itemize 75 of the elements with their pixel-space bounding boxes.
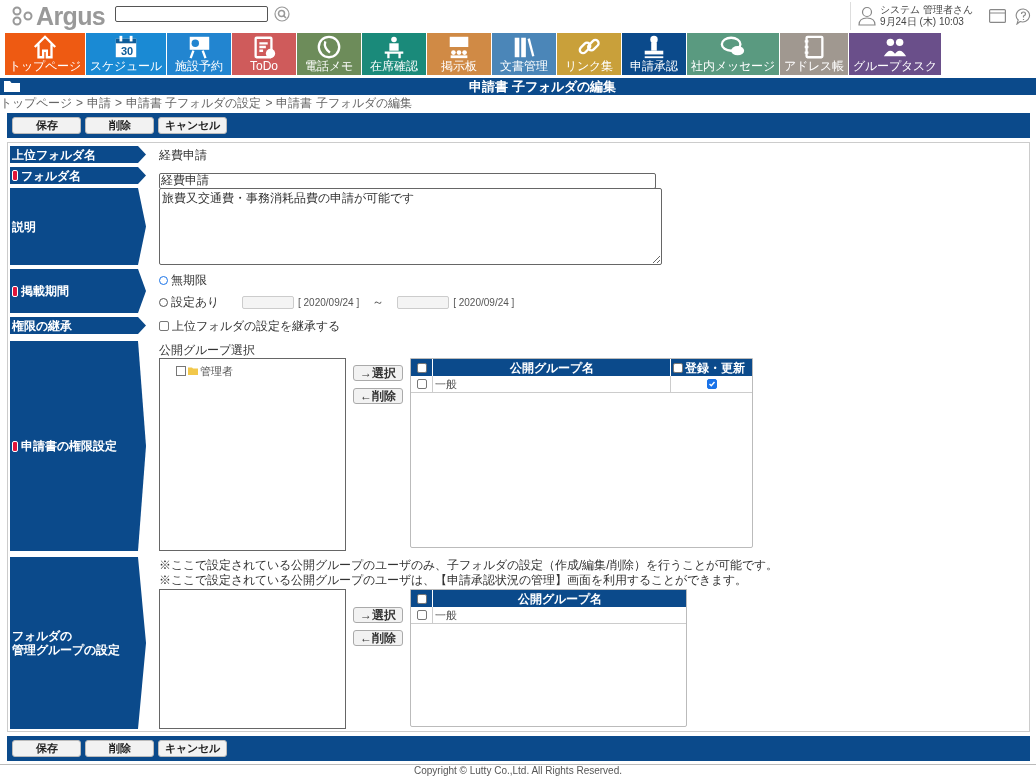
move-button[interactable]: →選択	[353, 365, 403, 381]
field-label: 権限の継承	[10, 317, 146, 334]
breadcrumb-link[interactable]: 申請書 子フォルダの設定	[126, 94, 262, 112]
logo: Argus	[12, 2, 106, 30]
field-label: 申請書の権限設定	[10, 341, 146, 551]
text-area[interactable]: 旅費又交通費・事務消耗品費の申請が可能です	[159, 188, 662, 265]
radio-label[interactable]: 設定あり	[171, 293, 219, 311]
folder-icon	[4, 80, 21, 93]
nav-tile[interactable]: 申請承認	[622, 33, 686, 75]
radio-button[interactable]	[159, 297, 168, 307]
breadcrumb-link[interactable]: 申請	[87, 94, 111, 112]
breadcrumb-link[interactable]: トップページ	[0, 94, 72, 112]
checkbox[interactable]	[416, 593, 427, 604]
field-value: 経費申請	[159, 146, 207, 164]
note-text: ※ここで設定されている公開グループのユーザのみ、子フォルダの設定（作成/編集/削除）を行うことが可能です。	[159, 558, 779, 573]
column-header: 公開グループ名	[516, 590, 603, 607]
nav-tile[interactable]: 文書管理	[492, 33, 556, 75]
checkbox[interactable]	[159, 320, 169, 331]
field-label: 上位フォルダ名	[10, 146, 146, 163]
search-icon[interactable]	[274, 6, 291, 22]
nav-tile[interactable]: 施設予約	[167, 33, 231, 75]
house-icon	[32, 34, 58, 60]
radio-button[interactable]	[159, 275, 168, 285]
help-icon[interactable]	[1014, 7, 1032, 25]
checkbox[interactable]	[706, 379, 717, 389]
field-label: フォルダ名	[10, 167, 146, 184]
copyright-text: Copyright © Lutty Co.,Ltd. All Rights Reserved.	[414, 765, 622, 777]
input-field[interactable]: 経費申請	[159, 172, 656, 189]
action-button[interactable]: 削除	[85, 117, 154, 134]
action-button[interactable]: 削除	[85, 740, 154, 757]
range-separator: ～	[372, 294, 385, 311]
table-cell-text: 一般	[434, 607, 458, 623]
nav-tile[interactable]: 電話メモ	[297, 33, 361, 75]
checkbox[interactable]	[416, 379, 427, 389]
search-field[interactable]	[115, 6, 269, 22]
date-hint: [ 2020/09/24 ]	[298, 295, 360, 310]
window-icon[interactable]	[988, 9, 1006, 23]
date-time: 9月24日 (木) 10:03	[880, 16, 965, 28]
action-button[interactable]: キャンセル	[158, 117, 227, 134]
field-label: フォルダの 管理グループの設定	[10, 557, 146, 729]
nav-tile[interactable]: ToDo	[232, 33, 296, 75]
checkbox[interactable]	[416, 610, 427, 620]
column-header: 公開グループ名	[508, 359, 595, 376]
breadcrumb-separator: >	[76, 95, 83, 112]
clipboard-icon	[251, 34, 277, 60]
nav-tile[interactable]: 30 スケジュール	[86, 33, 166, 75]
phone-icon	[316, 34, 342, 60]
table-cell-text: 一般	[434, 376, 458, 392]
field-label: 説明	[10, 188, 146, 265]
column-header: 登録・更新	[685, 359, 745, 377]
folder-icon	[188, 367, 198, 376]
action-button[interactable]: 保存	[12, 740, 81, 757]
page-title: 申請書 子フォルダの編集	[469, 78, 616, 95]
move-button[interactable]: ←削除	[353, 388, 403, 404]
nav-tile[interactable]: 在席確認	[362, 33, 426, 75]
action-button[interactable]: キャンセル	[158, 740, 227, 757]
date-hint: [ 2020/09/24 ]	[453, 295, 515, 310]
checkbox[interactable]	[176, 366, 186, 377]
user-icon[interactable]	[858, 6, 876, 26]
user-name[interactable]: システム 管理者さん	[880, 4, 973, 16]
radio-label[interactable]: 無期限	[171, 271, 207, 289]
nav-tile[interactable]: グループタスク	[849, 33, 941, 75]
checkbox[interactable]	[673, 362, 683, 373]
checkbox[interactable]	[416, 362, 427, 373]
breadcrumb-separator: >	[265, 95, 273, 112]
action-button[interactable]: 保存	[12, 117, 81, 134]
move-button[interactable]: ←削除	[353, 630, 403, 646]
note-text: ※ここで設定されている公開グループのユーザは、【申請承認状況の管理】画面を利用することができます。	[159, 573, 748, 588]
checkbox-label[interactable]: 上位フォルダの設定を継承する	[172, 316, 340, 335]
field-label: 掲載期間	[10, 269, 146, 313]
breadcrumb-separator: >	[115, 95, 123, 112]
tree-item[interactable]: 管理者	[200, 363, 233, 380]
move-button[interactable]: →選択	[353, 607, 403, 623]
breadcrumb-link[interactable]: 申請書 子フォルダの編集	[276, 94, 412, 112]
section-caption: 公開グループ選択	[159, 343, 256, 358]
